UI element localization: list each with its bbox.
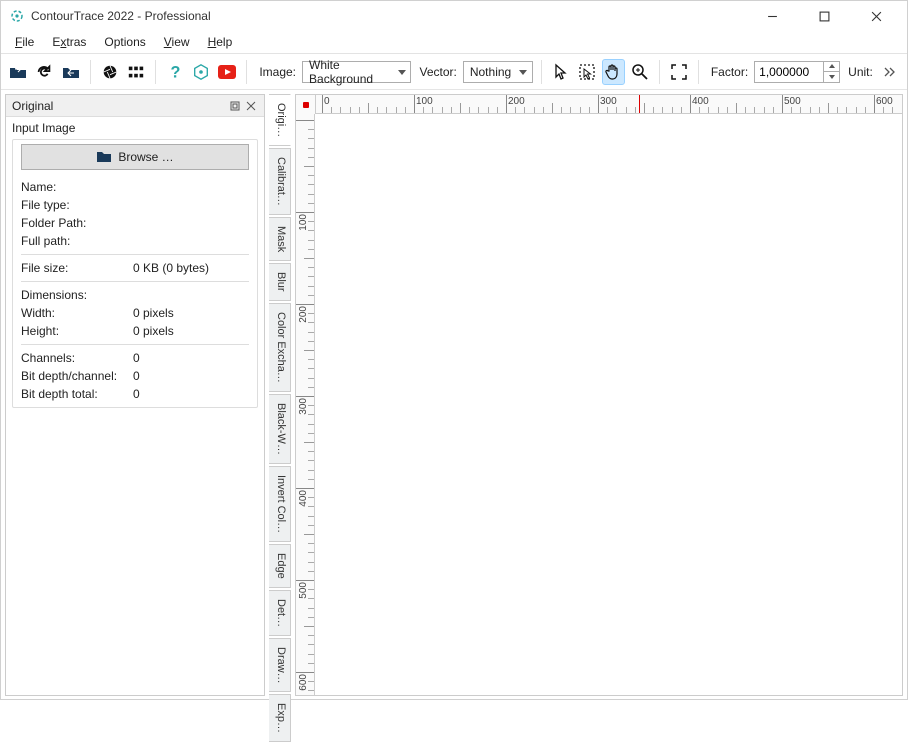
tab-blur[interactable]: Blur [269, 263, 291, 301]
menu-extras[interactable]: Extras [44, 33, 94, 51]
title-bar: ContourTrace 2022 - Professional [1, 1, 907, 31]
ruler-vertical[interactable]: 100200300400500600 [295, 114, 315, 696]
target-icon[interactable] [190, 59, 212, 85]
pointer-icon[interactable] [550, 59, 572, 85]
toolbar-separator [659, 60, 660, 84]
divider [21, 281, 249, 282]
info-row: Bit depth total:0 [21, 385, 249, 403]
browse-button-label: Browse … [118, 150, 173, 164]
panel-title-bar: Original [6, 95, 264, 117]
tab-calibration[interactable]: Calibrat… [269, 148, 291, 215]
menu-options[interactable]: Options [96, 33, 153, 51]
menu-file[interactable]: File [7, 33, 42, 51]
info-row: Height:0 pixels [21, 322, 249, 340]
detach-icon[interactable] [228, 99, 242, 113]
menu-bar: File Extras Options View Help [1, 31, 907, 53]
help-icon[interactable]: ? [164, 59, 186, 85]
aperture-icon[interactable] [99, 59, 121, 85]
grid-icon[interactable] [125, 59, 147, 85]
window-title: ContourTrace 2022 - Professional [31, 9, 755, 23]
info-row: File type: [21, 196, 249, 214]
ruler-horizontal[interactable]: 0100200300400500600700 [315, 94, 903, 114]
panel-subtitle: Input Image [6, 117, 264, 139]
close-panel-icon[interactable] [244, 99, 258, 113]
maximize-button[interactable] [807, 5, 841, 27]
vector-select-value: Nothing [470, 65, 511, 79]
factor-label: Factor: [711, 65, 748, 79]
menu-help[interactable]: Help [200, 33, 241, 51]
toolbar-overflow-icon[interactable] [879, 67, 901, 77]
youtube-icon[interactable] [216, 59, 238, 85]
svg-text:?: ? [170, 63, 180, 81]
canvas-area: 0100200300400500600700 10020030040050060… [295, 94, 903, 696]
close-button[interactable] [859, 5, 893, 27]
divider [21, 254, 249, 255]
fit-screen-icon[interactable] [668, 59, 690, 85]
info-row: Folder Path: [21, 214, 249, 232]
save-icon[interactable] [59, 59, 81, 85]
info-row: Full path: [21, 232, 249, 250]
tab-invert-colors[interactable]: Invert Col… [269, 466, 291, 542]
browse-button[interactable]: Browse … [21, 144, 249, 170]
vector-select[interactable]: Nothing [463, 61, 533, 83]
unit-label: Unit: [848, 65, 873, 79]
refresh-icon[interactable] [33, 59, 55, 85]
folder-icon [96, 149, 112, 166]
divider [21, 344, 249, 345]
open-icon[interactable] [7, 59, 29, 85]
panel-title: Original [12, 99, 226, 113]
image-select[interactable]: White Background [302, 61, 411, 83]
tab-edge[interactable]: Edge [269, 544, 291, 588]
factor-input[interactable] [755, 65, 823, 79]
toolbar-separator [698, 60, 699, 84]
caret-down-icon [519, 65, 527, 79]
tab-color-exchange[interactable]: Color Excha… [269, 303, 291, 392]
toolbar: ? Image: White Background Vector: Nothin… [1, 54, 907, 90]
zoom-icon[interactable] [629, 59, 651, 85]
info-row: Name: [21, 178, 249, 196]
tab-export[interactable]: Exp… [269, 694, 291, 742]
side-panel-original: Original Input Image Browse … Name: File… [5, 94, 265, 696]
ruler-origin[interactable] [295, 94, 315, 114]
image-label: Image: [259, 65, 296, 79]
marquee-icon[interactable] [576, 59, 598, 85]
minimize-button[interactable] [755, 5, 789, 27]
tab-draw[interactable]: Draw… [269, 638, 291, 693]
image-select-value: White Background [309, 58, 390, 86]
info-row: Dimensions: [21, 286, 249, 304]
toolbar-separator [90, 60, 91, 84]
toolbar-separator [541, 60, 542, 84]
info-row: File size:0 KB (0 bytes) [21, 259, 249, 277]
vector-label: Vector: [419, 65, 456, 79]
pan-icon[interactable] [602, 59, 625, 85]
info-row: Channels:0 [21, 349, 249, 367]
origin-marker-icon [303, 102, 309, 108]
tab-detail[interactable]: Det… [269, 590, 291, 636]
info-row: Bit depth/channel:0 [21, 367, 249, 385]
tab-black-white[interactable]: Black-W… [269, 394, 291, 464]
spin-up-icon[interactable] [823, 62, 839, 72]
info-row: Width:0 pixels [21, 304, 249, 322]
tab-mask[interactable]: Mask [269, 217, 291, 261]
spin-down-icon[interactable] [823, 72, 839, 82]
app-icon [9, 8, 25, 24]
factor-spinner[interactable] [754, 61, 840, 83]
tab-original[interactable]: Origi… [269, 94, 291, 146]
canvas[interactable] [315, 114, 903, 696]
caret-down-icon [398, 65, 406, 79]
menu-view[interactable]: View [156, 33, 198, 51]
toolbar-separator [246, 60, 247, 84]
vertical-tab-strip: Origi… Calibrat… Mask Blur Color Excha… … [269, 94, 291, 696]
toolbar-separator [155, 60, 156, 84]
